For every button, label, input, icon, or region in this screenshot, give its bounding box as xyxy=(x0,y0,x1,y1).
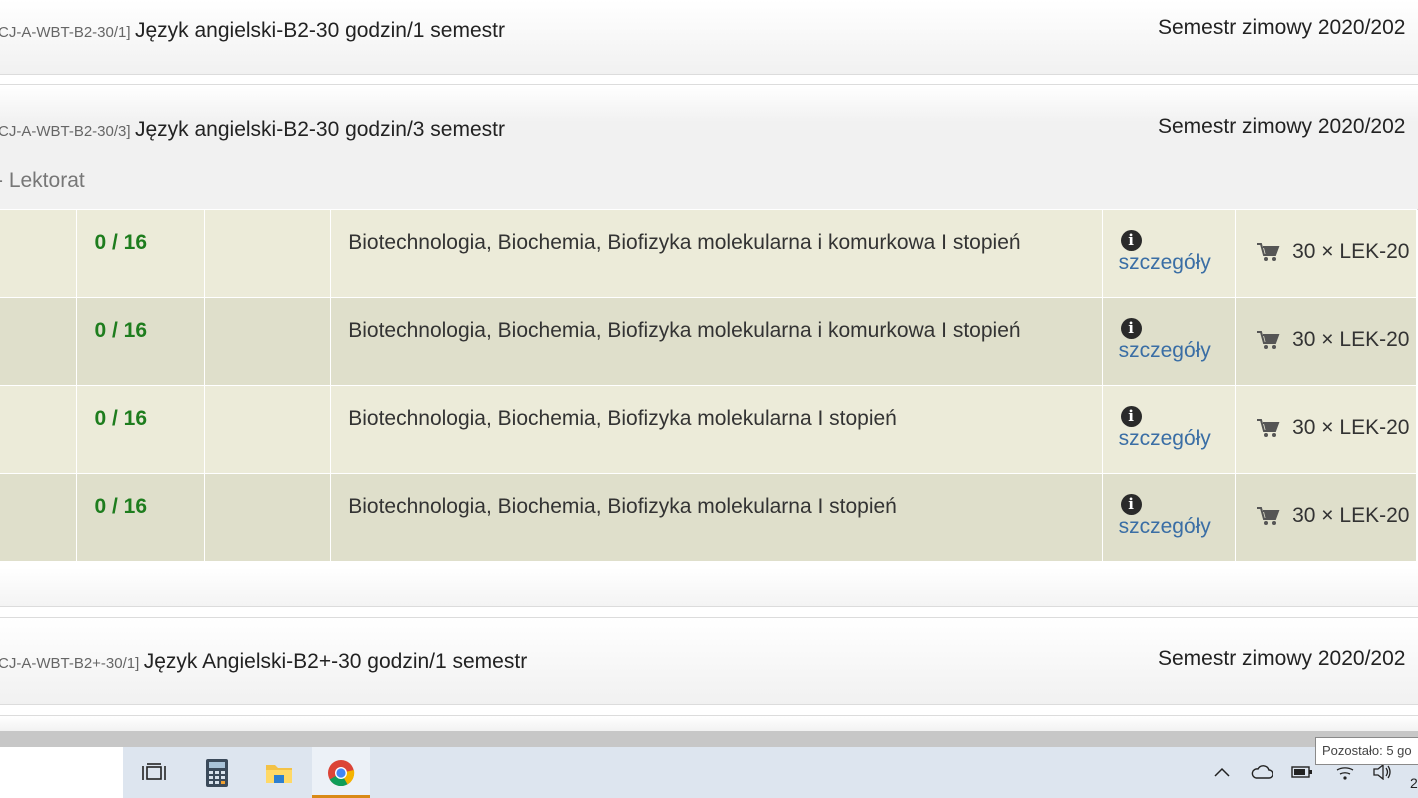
section-footer-bar xyxy=(0,568,1418,607)
table-cell xyxy=(203,297,332,386)
info-icon[interactable]: i xyxy=(1120,318,1142,339)
cart-icon xyxy=(1257,419,1280,437)
course-type-label: - Lektorat xyxy=(0,169,85,192)
calculator-icon xyxy=(206,758,228,787)
calculator-button[interactable] xyxy=(188,747,246,798)
table-cell: 30 × LEK-20 xyxy=(1235,385,1417,474)
info-icon[interactable]: i xyxy=(1120,230,1142,251)
course-title-line: CJ-A-WBT-B2+-30/1] Język Angielski-B2+-3… xyxy=(0,650,527,674)
course-name[interactable]: Język Angielski-B2+-30 godzin/1 semestr xyxy=(144,650,527,673)
course-title-line: CJ-A-WBT-B2-30/1] Język angielski-B2-30 … xyxy=(0,19,505,43)
table-cell: 30 × LEK-20 xyxy=(1235,297,1417,386)
horizontal-scrollbar[interactable] xyxy=(0,731,1418,747)
groups-table: 0 / 16 Biotechnologia, Biochemia, Biofiz… xyxy=(0,209,1417,562)
cart-cost: 30 × LEK-20 xyxy=(1256,240,1416,264)
course-name[interactable]: Język angielski-B2-30 godzin/1 semestr xyxy=(135,19,505,42)
table-cell xyxy=(203,385,332,474)
course-semester: Semestr zimowy 2020/202 xyxy=(1158,647,1406,670)
course-name[interactable]: Język angielski-B2-30 godzin/3 semestr xyxy=(135,118,505,141)
table-cell: Biotechnologia, Biochemia, Biofizyka mol… xyxy=(330,385,1103,474)
table-row: 0 / 16 Biotechnologia, Biochemia, Biofiz… xyxy=(0,297,1417,386)
table-cell: 0 / 16 xyxy=(76,209,205,298)
cart-cost-text: 30 × LEK-20 xyxy=(1292,328,1410,351)
table-cell xyxy=(203,473,332,562)
table-cell xyxy=(0,297,78,386)
table-cell: Biotechnologia, Biochemia, Biofizyka mol… xyxy=(330,209,1103,298)
course-header-2: CJ-A-WBT-B2-30/3] Język angielski-B2-30 … xyxy=(0,84,1418,210)
study-program: Biotechnologia, Biochemia, Biofizyka mol… xyxy=(348,407,897,430)
table-cell: i szczegóły xyxy=(1101,209,1237,298)
course-code: CJ-A-WBT-B2+-30/1] xyxy=(0,655,140,672)
battery-icon[interactable] xyxy=(1290,760,1314,784)
info-icon[interactable]: i xyxy=(1120,406,1142,427)
taskbar-search-box[interactable] xyxy=(0,747,123,798)
table-cell: i szczegóły xyxy=(1101,297,1237,386)
table-cell: 0 / 16 xyxy=(76,297,205,386)
course-semester: Semestr zimowy 2020/202 xyxy=(1158,115,1406,138)
onedrive-cloud-icon[interactable] xyxy=(1250,760,1274,784)
table-cell xyxy=(0,209,78,298)
chevron-up-icon[interactable] xyxy=(1212,760,1232,784)
cart-icon xyxy=(1257,243,1280,261)
battery-tooltip: Pozostało: 5 go xyxy=(1315,737,1418,765)
table-cell xyxy=(0,385,78,474)
study-program: Biotechnologia, Biochemia, Biofizyka mol… xyxy=(348,495,897,518)
cart-cost: 30 × LEK-20 xyxy=(1256,328,1416,352)
table-cell: 30 × LEK-20 xyxy=(1235,209,1417,298)
task-view-button[interactable] xyxy=(125,747,183,798)
table-cell: i szczegóły xyxy=(1101,385,1237,474)
table-cell: 0 / 16 xyxy=(76,385,205,474)
course-title-line: CJ-A-WBT-B2-30/3] Język angielski-B2-30 … xyxy=(0,118,505,142)
cart-icon xyxy=(1257,331,1280,349)
taskbar-clock[interactable]: 2 xyxy=(1410,775,1418,791)
table-cell: i szczegóły xyxy=(1101,473,1237,562)
chrome-icon xyxy=(328,759,355,786)
table-row: 0 / 16 Biotechnologia, Biochemia, Biofiz… xyxy=(0,209,1417,298)
table-cell xyxy=(0,473,78,562)
cart-icon xyxy=(1257,507,1280,525)
course-code: CJ-A-WBT-B2-30/3] xyxy=(0,123,131,140)
table-cell: 0 / 16 xyxy=(76,473,205,562)
table-row: 0 / 16 Biotechnologia, Biochemia, Biofiz… xyxy=(0,385,1417,474)
table-cell: Biotechnologia, Biochemia, Biofizyka mol… xyxy=(330,297,1103,386)
table-cell: Biotechnologia, Biochemia, Biofizyka mol… xyxy=(330,473,1103,562)
info-icon[interactable]: i xyxy=(1120,494,1142,515)
course-code: CJ-A-WBT-B2-30/1] xyxy=(0,24,131,41)
cart-cost: 30 × LEK-20 xyxy=(1256,416,1416,440)
table-cell xyxy=(203,209,332,298)
details-link[interactable]: szczegóły xyxy=(1119,251,1236,275)
table-row: 0 / 16 Biotechnologia, Biochemia, Biofiz… xyxy=(0,473,1417,562)
course-semester: Semestr zimowy 2020/202 xyxy=(1158,16,1406,39)
details-link[interactable]: szczegóły xyxy=(1119,515,1236,539)
details-link[interactable]: szczegóły xyxy=(1119,339,1236,363)
course-header-3: CJ-A-WBT-B2+-30/1] Język Angielski-B2+-3… xyxy=(0,617,1418,705)
file-explorer-icon xyxy=(266,764,292,783)
group-limit: 0 / 16 xyxy=(94,495,148,518)
study-program: Biotechnologia, Biochemia, Biofizyka mol… xyxy=(348,231,1021,254)
cart-cost-text: 30 × LEK-20 xyxy=(1292,416,1410,439)
table-cell: 30 × LEK-20 xyxy=(1235,473,1417,562)
windows-taskbar: 2 xyxy=(0,747,1418,798)
cart-cost: 30 × LEK-20 xyxy=(1256,504,1416,528)
cart-cost-text: 30 × LEK-20 xyxy=(1292,504,1410,527)
group-limit: 0 / 16 xyxy=(94,319,148,342)
details-link[interactable]: szczegóły xyxy=(1119,427,1236,451)
group-limit: 0 / 16 xyxy=(94,231,148,254)
chrome-button[interactable] xyxy=(312,747,370,798)
cart-cost-text: 30 × LEK-20 xyxy=(1292,240,1410,263)
course-header-1: CJ-A-WBT-B2-30/1] Język angielski-B2-30 … xyxy=(0,0,1418,75)
study-program: Biotechnologia, Biochemia, Biofizyka mol… xyxy=(348,319,1021,342)
file-explorer-button[interactable] xyxy=(250,747,308,798)
task-view-icon xyxy=(142,762,166,780)
group-limit: 0 / 16 xyxy=(94,407,148,430)
